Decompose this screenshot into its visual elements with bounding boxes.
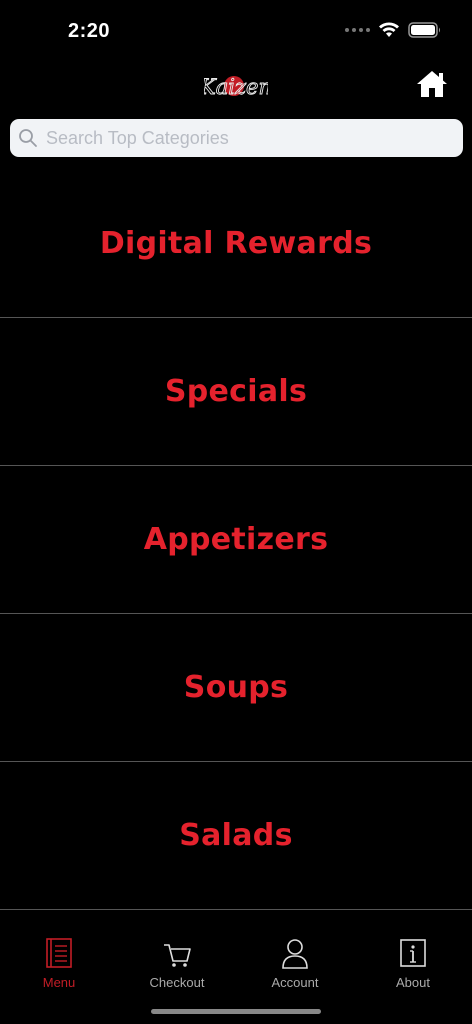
tab-checkout[interactable]: Checkout <box>118 911 236 1001</box>
category-specials[interactable]: Specials <box>0 318 472 466</box>
search-bar[interactable] <box>10 119 463 157</box>
logo-emblem: Kaizen <box>199 75 273 100</box>
tab-about[interactable]: About <box>354 911 472 1001</box>
user-icon <box>282 939 308 969</box>
category-label: Soups <box>183 670 289 705</box>
tab-label: Account <box>271 975 319 990</box>
tab-bar: Menu Checkout Account About <box>0 911 472 1024</box>
tab-label: About <box>396 975 430 990</box>
category-digital-rewards[interactable]: Digital Rewards <box>0 170 472 318</box>
search-icon <box>19 129 37 147</box>
app-header: Kaizen <box>0 60 472 116</box>
wifi-icon <box>379 22 399 37</box>
info-icon <box>400 939 426 967</box>
category-appetizers[interactable]: Appetizers <box>0 466 472 614</box>
search-input[interactable] <box>44 126 448 150</box>
home-button[interactable] <box>416 68 448 100</box>
tab-menu[interactable]: Menu <box>0 911 118 1001</box>
category-salads[interactable]: Salads <box>0 762 472 910</box>
tab-account[interactable]: Account <box>236 911 354 1001</box>
tab-label: Checkout <box>149 975 205 990</box>
category-label: Digital Rewards <box>99 226 373 261</box>
status-time: 2:20 <box>68 20 111 42</box>
status-icons <box>345 22 442 38</box>
logo-text: Kaizen <box>204 75 268 99</box>
category-soups[interactable]: Soups <box>0 614 472 762</box>
app-logo: Kaizen <box>199 66 273 111</box>
category-label: Appetizers <box>143 522 329 557</box>
signal-icon <box>345 28 370 32</box>
tab-label: Menu <box>42 975 76 990</box>
home-indicator[interactable] <box>151 1009 321 1014</box>
status-bar: 2:20 <box>0 0 472 60</box>
category-label: Salads <box>179 818 293 853</box>
category-label: Specials <box>164 374 308 409</box>
cart-icon <box>164 944 191 967</box>
category-list: Digital Rewards Specials Appetizers Soup… <box>0 170 472 910</box>
menu-book-icon <box>46 938 72 968</box>
battery-icon <box>408 22 440 38</box>
